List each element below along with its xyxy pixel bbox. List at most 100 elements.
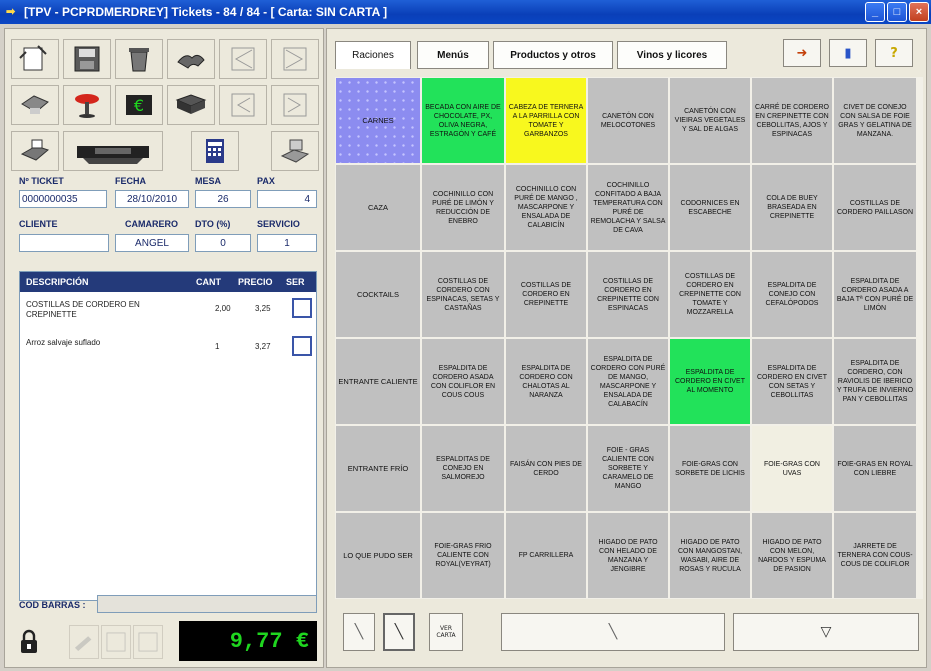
tab-vinos[interactable]: Vinos y licores — [617, 41, 727, 69]
category-button[interactable]: COCKTAILS — [335, 251, 421, 338]
product-button[interactable]: ESPALDITA DE CORDERO CON PURÉ DE MANGO, … — [587, 338, 669, 425]
product-button[interactable]: COCHINILLO CON PURÉ DE MANGO , MASCARPON… — [505, 164, 587, 251]
minimize-button[interactable]: _ — [865, 2, 885, 22]
tab-menus[interactable]: Menús — [417, 41, 489, 69]
category-button[interactable]: CAZA — [335, 164, 421, 251]
product-button[interactable]: COLA DE BUEY BRASEADA EN CREPINETTE — [751, 164, 833, 251]
tab-raciones[interactable]: Raciones — [335, 41, 411, 69]
category-button[interactable]: ENTRANTE CALIENTE — [335, 338, 421, 425]
product-button[interactable]: ESPALDITA DE CONEJO CON CEFALÓPODOS — [751, 251, 833, 338]
product-button[interactable]: ESPALDITA DE CORDERO, CON RAVIOLIS DE IB… — [833, 338, 917, 425]
barcode-input[interactable] — [97, 595, 317, 613]
product-button[interactable]: COSTILLAS DE CORDERO PAILLASON — [833, 164, 917, 251]
product-button[interactable]: FOIE-GRAS CON UVAS — [751, 425, 833, 512]
product-button[interactable]: CODORNICES EN ESCABECHE — [669, 164, 751, 251]
receipt-button[interactable] — [11, 131, 59, 171]
pax-field[interactable]: 4 — [257, 190, 317, 208]
first-record-button[interactable] — [219, 39, 267, 79]
product-button[interactable]: FAISÁN CON PIES DE CERDO — [505, 425, 587, 512]
product-button[interactable]: ESPALDITAS DE CONEJO EN SALMOREJO — [421, 425, 505, 512]
product-button[interactable]: CIVET DE CONEJO CON SALSA DE FOIE GRAS Y… — [833, 77, 917, 164]
print-button[interactable] — [11, 85, 59, 125]
table-row[interactable]: Arroz salvaje suflado 1 3,27 — [20, 330, 316, 368]
register-button[interactable] — [63, 131, 163, 171]
client-field[interactable] — [19, 234, 109, 252]
board-prev-button[interactable]: ╲ — [343, 613, 375, 651]
col-price[interactable]: PRECIO — [238, 277, 286, 287]
row-description: COSTILLAS DE CORDERO EN CREPINETTE — [26, 300, 140, 319]
product-button[interactable]: COCHINILLO CONFITADO A BAJA TEMPERATURA … — [587, 164, 669, 251]
product-button[interactable]: HIGADO DE PATO CON MANGOSTAN, WASABI, AI… — [669, 512, 751, 599]
save-button[interactable] — [63, 39, 111, 79]
scroll-down-button[interactable] — [133, 625, 163, 659]
ticket-lines-table: DESCRIPCIÓN CANT PRECIO SER COSTILLAS DE… — [19, 271, 317, 601]
close-button[interactable]: × — [909, 2, 929, 22]
service-field[interactable]: 1 — [257, 234, 317, 252]
waiter-field[interactable]: ANGEL — [115, 234, 189, 252]
product-button[interactable]: JARRETE DE TERNERA CON COUS- COUS DE COL… — [833, 512, 917, 599]
category-button[interactable]: CARNES — [335, 77, 421, 164]
category-button[interactable]: ENTRANTE FRÍO — [335, 425, 421, 512]
last-record-button[interactable] — [271, 39, 319, 79]
exit-button[interactable]: ➜ — [783, 39, 821, 67]
col-description[interactable]: DESCRIPCIÓN — [20, 277, 196, 287]
product-button[interactable]: COSTILLAS DE CORDERO CON ESPINACAS, SETA… — [421, 251, 505, 338]
product-button[interactable]: BECADA CON AIRE DE CHOCOLATE, PX, OLIVA … — [421, 77, 505, 164]
lock-button[interactable] — [19, 629, 39, 655]
currency-button[interactable]: € — [115, 85, 163, 125]
maximize-button[interactable]: □ — [887, 2, 907, 22]
scroll-right-button[interactable]: ▽ — [733, 613, 919, 651]
notes-button[interactable]: ▮ — [829, 39, 867, 67]
next-record-button[interactable] — [271, 85, 319, 125]
product-button[interactable]: COSTILLAS DE CORDERO EN CREPINETTE CON E… — [587, 251, 669, 338]
calculator-button[interactable] — [191, 131, 239, 171]
product-button[interactable]: CARRÉ DE CORDERO EN CREPINETTE CON CEBOL… — [751, 77, 833, 164]
col-service[interactable]: SER — [286, 277, 316, 287]
product-button[interactable]: FOIE - GRAS CALIENTE CON SORBETE Y CARAM… — [587, 425, 669, 512]
product-button[interactable]: COCHINILLO CON PURÉ DE LIMÓN Y REDUCCIÓN… — [421, 164, 505, 251]
product-button[interactable]: CABEZA DE TERNERA A LA PARRILLA CON TOMA… — [505, 77, 587, 164]
product-button[interactable]: FP CARRILLERA — [505, 512, 587, 599]
col-quantity[interactable]: CANT — [196, 277, 238, 287]
board-next-button[interactable]: ╲ — [383, 613, 415, 651]
product-button[interactable]: ESPALDITA DE CORDERO EN CIVET CON SETAS … — [751, 338, 833, 425]
table-field[interactable]: 26 — [195, 190, 251, 208]
product-button[interactable]: FOIE-GRAS FRIO CALIENTE CON ROYAL(VEYRAT… — [421, 512, 505, 599]
scroll-left-button[interactable]: ╲ — [501, 613, 725, 651]
previous-record-button[interactable] — [219, 85, 267, 125]
category-button[interactable]: LO QUE PUDO SER — [335, 512, 421, 599]
view-menu-button[interactable]: VER CARTA — [429, 613, 463, 651]
product-button[interactable]: ESPALDITA DE CORDERO CON CHALOTAS AL NAR… — [505, 338, 587, 425]
discount-field[interactable]: 0 — [195, 234, 251, 252]
scroll-up-button[interactable] — [101, 625, 131, 659]
date-field[interactable]: 28/10/2010 — [115, 190, 189, 208]
table-button[interactable] — [63, 85, 111, 125]
disabled-tool-button[interactable] — [69, 625, 99, 659]
new-ticket-button[interactable] — [11, 39, 59, 79]
table-row[interactable]: COSTILLAS DE CORDERO EN CREPINETTE 2,00 … — [20, 292, 316, 330]
product-button[interactable]: ESPALDITA DE CORDERO ASADA CON COLIFLOR … — [421, 338, 505, 425]
product-button[interactable]: CANETÓN CON MELOCOTONES — [587, 77, 669, 164]
cash-drawer-button[interactable] — [167, 85, 215, 125]
last-icon — [283, 47, 307, 71]
product-button[interactable]: COSTILLAS DE CORDERO EN CREPINETTE — [505, 251, 587, 338]
tab-productos[interactable]: Productos y otros — [493, 41, 613, 69]
product-button[interactable]: HIGADO DE PATO CON HELADO DE MANZANA Y J… — [587, 512, 669, 599]
product-button[interactable]: CANETÓN CON VIEIRAS VEGETALES Y SAL DE A… — [669, 77, 751, 164]
ticket-number-field[interactable]: 0000000035 — [19, 190, 107, 208]
agreement-button[interactable] — [167, 39, 215, 79]
row-service-checkbox[interactable] — [292, 336, 312, 356]
product-button[interactable]: FOIE-GRAS CON SORBETE DE LICHIS — [669, 425, 751, 512]
product-button[interactable]: ESPALDITA DE CORDERO ASADA A BAJA Tª CON… — [833, 251, 917, 338]
row-service-checkbox[interactable] — [292, 298, 312, 318]
product-button[interactable]: FOIE-GRAS EN ROYAL CON LIEBRE — [833, 425, 917, 512]
product-button[interactable]: COSTILLAS DE CORDERO EN CREPINETTE CON T… — [669, 251, 751, 338]
product-button[interactable]: HIGADO DE PATO CON MELON, NARDOS Y ESPUM… — [751, 512, 833, 599]
delete-button[interactable] — [115, 39, 163, 79]
product-button[interactable]: ESPALDITA DE CORDERO EN CIVET AL MOMENTO — [669, 338, 751, 425]
new-ticket-icon — [19, 45, 47, 71]
receipt-icon — [20, 139, 50, 161]
card-print-button[interactable] — [271, 131, 319, 171]
scroll-left-icon: ╲ — [608, 624, 618, 640]
help-button[interactable]: ? — [875, 39, 913, 67]
